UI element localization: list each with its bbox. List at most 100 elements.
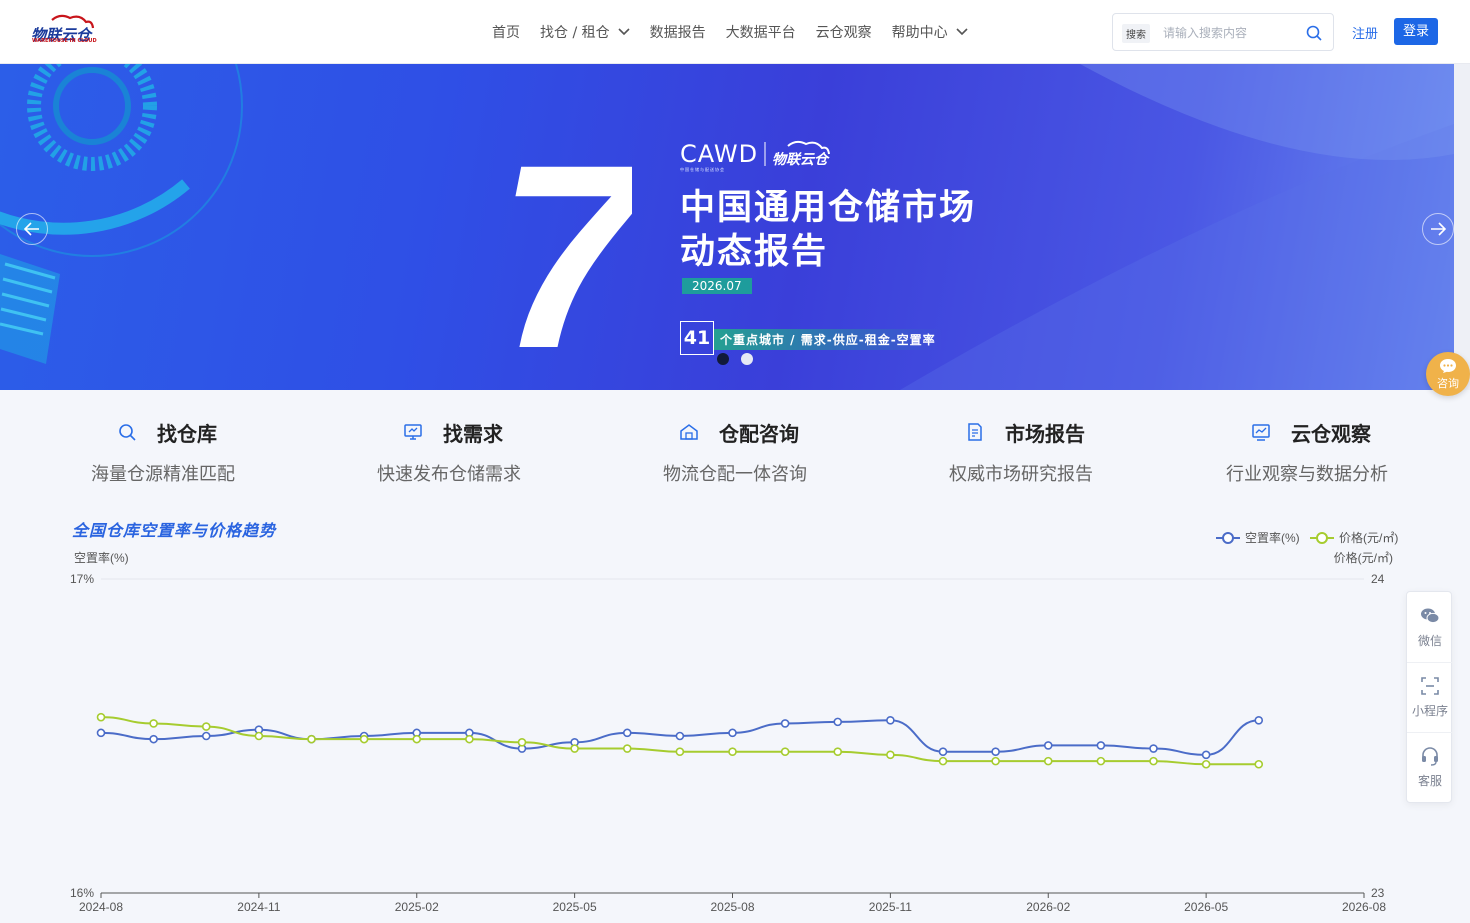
data-point-1 — [1201, 750, 1211, 760]
side-label: 客服 — [1417, 774, 1442, 788]
data-point-1 — [1043, 741, 1053, 750]
data-point-2 — [886, 750, 895, 760]
y-right-tick-label: 24 — [1371, 572, 1385, 586]
nav-label: 找仓 / 租仓 — [540, 25, 610, 41]
data-point-2 — [201, 722, 211, 731]
register-link[interactable]: 注册 — [1352, 23, 1378, 42]
side-contact-panel: 微信 小程序 客服 — [1406, 591, 1453, 803]
scan-icon — [1421, 677, 1439, 695]
y-left-tick-label: 17% — [70, 572, 94, 586]
legend-label: 价格(元/㎡) — [1339, 530, 1398, 545]
data-point-2 — [96, 712, 106, 722]
data-point-1 — [991, 747, 1000, 756]
feature-cloud-observe[interactable]: 云仓观察 行业观察与数据分析 — [1225, 416, 1470, 486]
feature-desc: 行业观察与数据分析 — [1226, 464, 1388, 485]
data-point-2 — [1254, 759, 1264, 769]
chat-bubble-icon — [1440, 359, 1456, 373]
side-miniprogram[interactable]: 小程序 — [1407, 662, 1453, 732]
data-point-1 — [675, 731, 685, 741]
nav-label: 帮助中心 — [891, 25, 948, 41]
data-point-2 — [1149, 756, 1158, 766]
data-point-1 — [886, 716, 895, 725]
banner-next-button[interactable] — [1422, 213, 1454, 245]
data-point-1 — [938, 747, 948, 756]
feature-find-demand[interactable]: 找需求 快速发布仓储需求 — [376, 416, 626, 486]
nav-find-warehouse[interactable]: 找仓 / 租仓 — [540, 22, 630, 42]
data-point-2 — [991, 756, 1000, 766]
banner-city-count: 41 — [680, 321, 714, 355]
y-left-tick-label: 16% — [70, 886, 94, 900]
banner-title-line: 中国通用仓储市场 — [680, 188, 977, 228]
y-right-tick-label: 23 — [1371, 886, 1385, 900]
side-wechat[interactable]: 微信 — [1407, 592, 1453, 662]
trend-chart[interactable]: 2024-08 2024-11 2025-02 2025-05 2025-08 2025-… — [0, 525, 1400, 923]
data-point-1 — [1096, 741, 1106, 750]
feature-title: 市场报告 — [1005, 422, 1085, 446]
legend-swatch-marker — [1316, 532, 1328, 544]
feature-desc: 物流仓配一体咨询 — [663, 464, 807, 485]
report-icon — [968, 423, 982, 441]
login-button[interactable]: 登录 — [1394, 18, 1438, 45]
banner-logo: 物联云仓 — [764, 140, 830, 168]
feature-title: 找仓库 — [157, 422, 217, 446]
data-point-2 — [1043, 756, 1053, 766]
banner-title: 中国通用仓储市场 动态报告 — [680, 186, 976, 274]
side-label: 微信 — [1417, 634, 1442, 648]
feature-title: 仓配咨询 — [719, 422, 799, 446]
feature-title: 找需求 — [443, 422, 503, 446]
headset-icon — [1422, 747, 1438, 766]
banner-title-line: 动态报告 — [680, 232, 829, 272]
feature-find-warehouse[interactable]: 找仓库 海量仓源精准匹配 — [90, 416, 340, 486]
side-label: 小程序 — [1411, 704, 1448, 718]
x-tick-label: 2026-02 — [1026, 900, 1070, 914]
data-point-1 — [1254, 716, 1264, 725]
chevron-down-icon — [618, 28, 630, 36]
carousel-dot-2[interactable] — [741, 353, 753, 365]
search-type-tag[interactable]: 搜索 — [1122, 24, 1150, 43]
x-tick-label: 2026-08 — [1342, 900, 1386, 914]
side-customer-service[interactable]: 客服 — [1407, 732, 1453, 802]
top-header: 物联云仓 WAREHOUSE IN CLOUD 首页 找仓 / 租仓 数据报告 … — [0, 0, 1470, 64]
logo-subtitle: WAREHOUSE IN CLOUD — [32, 38, 97, 44]
feature-consulting[interactable]: 仓配咨询 物流仓配一体咨询 — [662, 416, 912, 486]
data-point-2 — [938, 756, 948, 766]
hero-banner[interactable]: 7 CAWD 中国仓储与配送协会 物联云仓 中国通用仓储市场 动态报告 2026… — [0, 64, 1454, 390]
banner-issue-number: 7 — [508, 142, 632, 352]
x-tick-label: 2024-08 — [79, 900, 123, 914]
banner-brand-sub: 中国仓储与配送协会 — [680, 167, 725, 172]
nav-home[interactable]: 首页 — [492, 22, 520, 42]
arrow-right-icon — [1431, 222, 1446, 236]
data-point-2 — [780, 747, 790, 756]
nav-cloud-observe[interactable]: 云仓观察 — [816, 22, 872, 42]
x-tick-label: 2025-02 — [395, 900, 439, 914]
wechat-icon — [1421, 608, 1440, 624]
nav-bigdata-platform[interactable]: 大数据平台 — [726, 22, 796, 42]
banner-date: 2026.07 — [682, 278, 752, 294]
search-icon — [119, 424, 136, 441]
legend-swatch-marker — [1222, 532, 1234, 544]
nav-label: 数据报告 — [649, 25, 706, 41]
banner-city-text: 个重点城市 / 需求-供应-租金-空置率 — [714, 329, 942, 350]
data-point-1 — [833, 717, 843, 727]
nav-label: 大数据平台 — [725, 25, 796, 41]
search-box: 搜索 — [1112, 13, 1334, 51]
data-point-2 — [517, 737, 527, 747]
x-tick-label: 2026-05 — [1184, 900, 1228, 914]
data-point-2 — [728, 747, 737, 756]
feature-market-report[interactable]: 市场报告 权威市场研究报告 — [948, 416, 1198, 486]
monitor-icon — [404, 424, 422, 440]
consult-button[interactable]: 咨询 — [1426, 352, 1470, 396]
feature-desc: 快速发布仓储需求 — [377, 464, 521, 485]
consult-label: 咨询 — [1437, 377, 1459, 390]
data-point-2 — [149, 719, 158, 728]
data-point-1 — [149, 734, 158, 744]
carousel-dot-1[interactable] — [717, 353, 729, 365]
data-point-1 — [1149, 744, 1158, 753]
nav-help-center[interactable]: 帮助中心 — [892, 22, 968, 42]
search-icon[interactable] — [1305, 24, 1323, 42]
search-input[interactable] — [1163, 23, 1303, 43]
data-point-2 — [622, 744, 632, 753]
nav-data-report[interactable]: 数据报告 — [650, 22, 706, 42]
brand-logo[interactable]: 物联云仓 — [30, 14, 98, 50]
banner-prev-button[interactable] — [16, 213, 48, 245]
